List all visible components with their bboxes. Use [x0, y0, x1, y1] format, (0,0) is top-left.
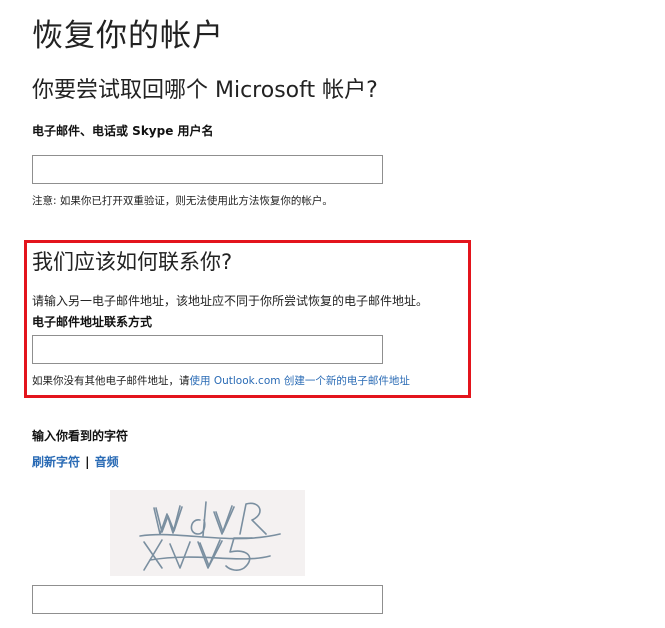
create-email-hint-text: 如果你没有其他电子邮件地址，请	[32, 375, 190, 387]
refresh-characters-link[interactable]: 刷新字符	[32, 455, 80, 469]
captcha-label: 输入你看到的字符	[32, 429, 129, 443]
contact-description: 请输入另一电子邮件地址，该地址应不同于你所尝试恢复的电子邮件地址。	[32, 294, 429, 308]
captcha-links: 刷新字符 | 音频	[32, 451, 119, 470]
contact-email-label: 电子邮件地址联系方式	[32, 315, 153, 329]
contact-section-title: 我们应该如何联系你?	[32, 250, 233, 274]
page-title: 恢复你的帐户	[32, 18, 224, 54]
page-subtitle: 你要尝试取回哪个 Microsoft 帐户?	[32, 78, 378, 103]
captcha-link-separator: |	[85, 455, 90, 469]
captcha-glyphs	[139, 501, 281, 571]
create-email-hint: 如果你没有其他电子邮件地址，请使用 Outlook.com 创建一个新的电子邮件…	[32, 373, 410, 388]
captcha-input[interactable]	[32, 585, 383, 614]
audio-captcha-link[interactable]: 音频	[95, 455, 119, 469]
contact-email-input[interactable]	[32, 335, 383, 364]
two-step-note: 注意: 如果你已打开双重验证，则无法使用此方法恢复你的帐户。	[32, 195, 333, 207]
account-input[interactable]	[32, 155, 383, 184]
account-field-label: 电子邮件、电话或 Skype 用户名	[32, 124, 214, 138]
create-outlook-email-link[interactable]: 使用 Outlook.com 创建一个新的电子邮件地址	[190, 375, 410, 387]
captcha-image	[110, 490, 305, 576]
